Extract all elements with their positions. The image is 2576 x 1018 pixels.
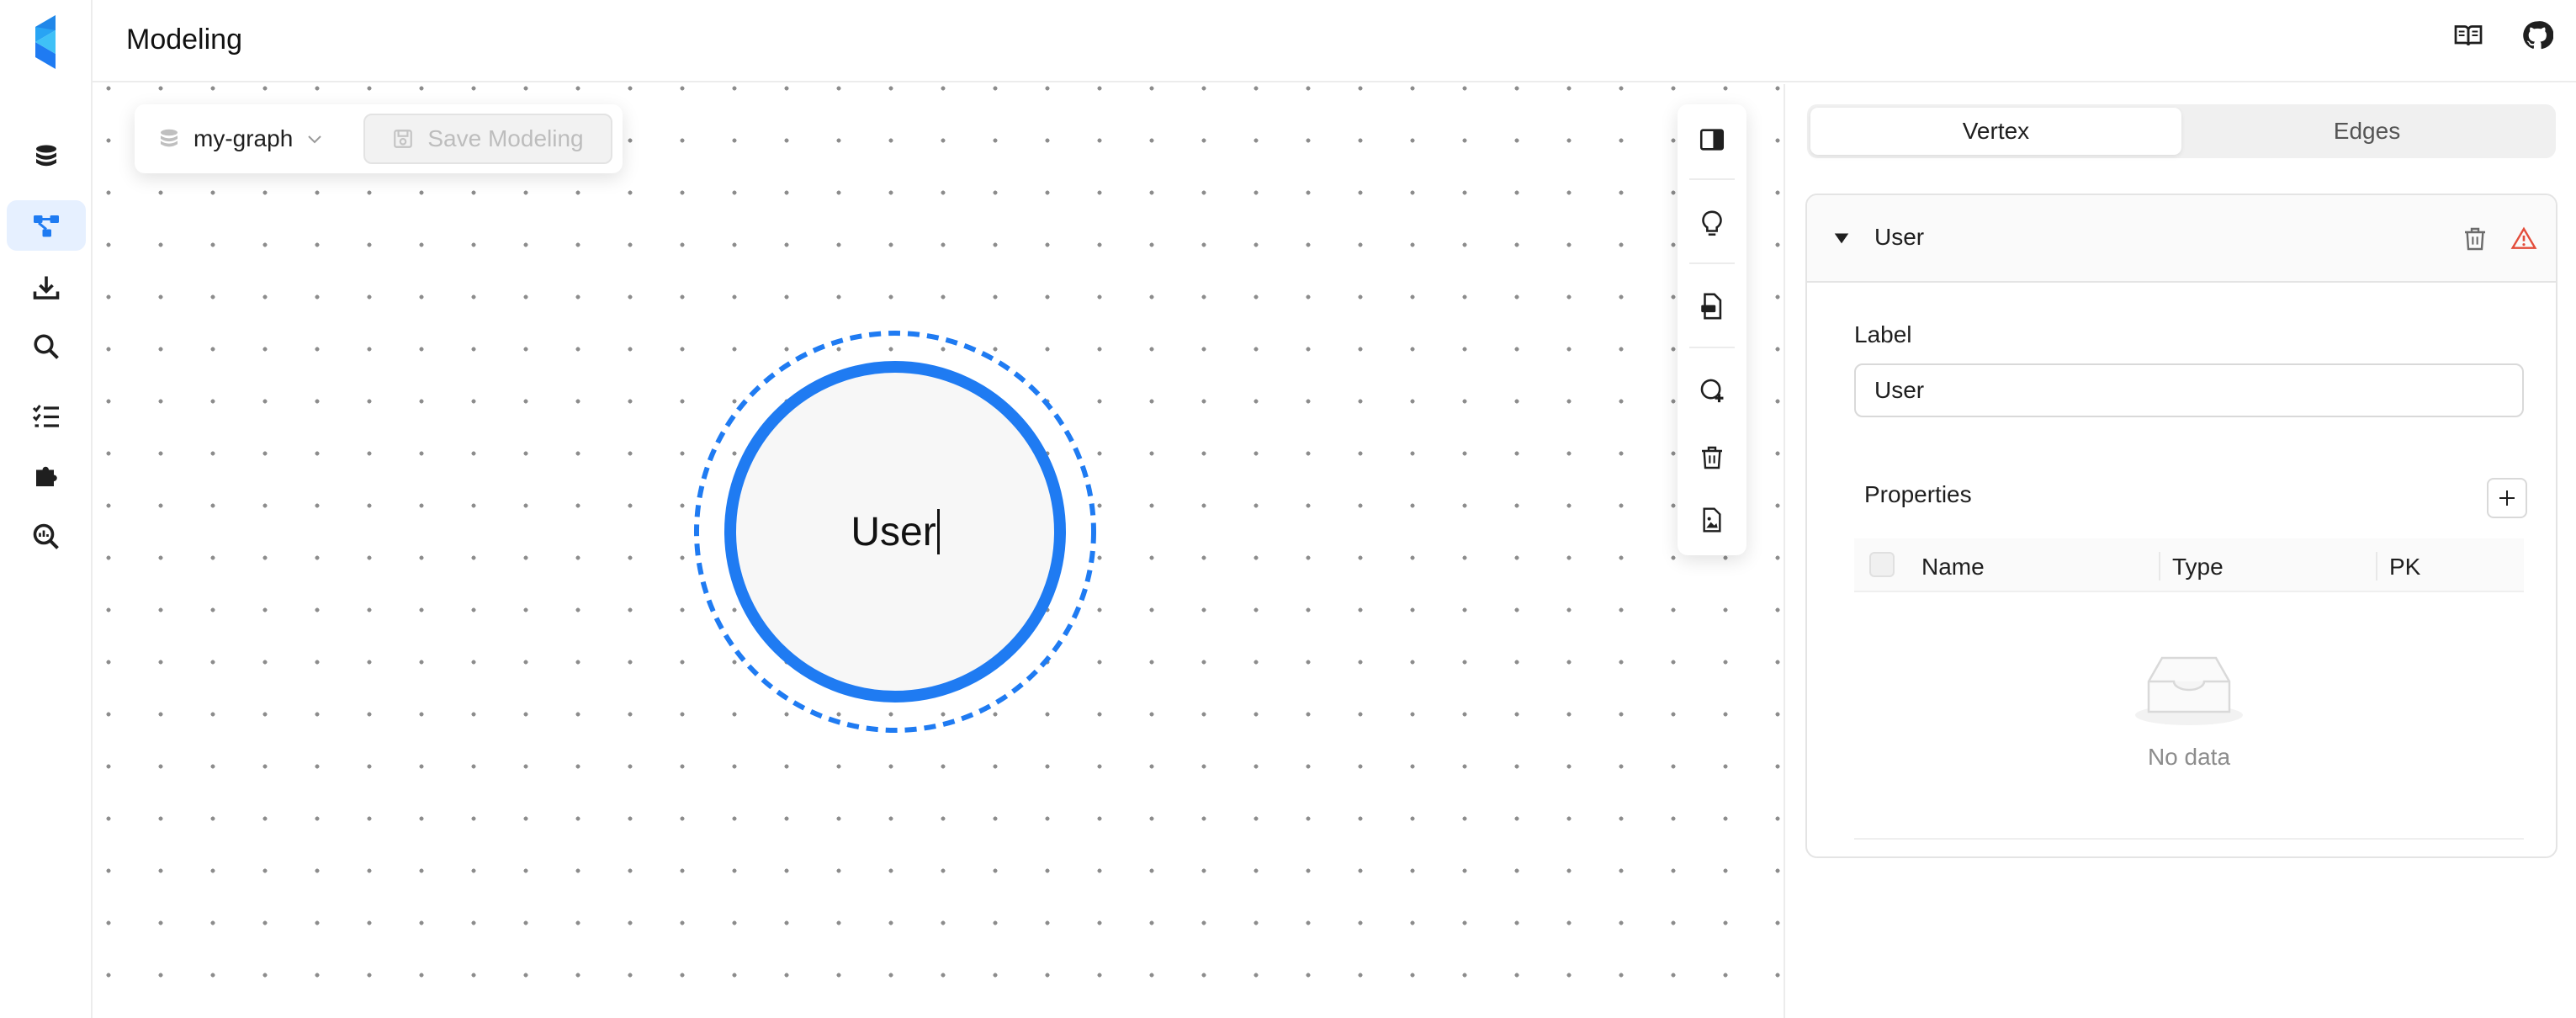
plus-icon xyxy=(2499,490,2515,506)
select-all-checkbox[interactable] xyxy=(1869,552,1895,577)
sidebar-item-query[interactable] xyxy=(7,321,86,372)
caret-down-icon xyxy=(1834,233,1849,244)
sidebar-item-modeling[interactable] xyxy=(7,200,86,251)
add-property-button[interactable] xyxy=(2487,478,2527,518)
github-button[interactable] xyxy=(2520,19,2554,52)
sidebar-item-extensions[interactable] xyxy=(7,451,86,501)
save-modeling-button[interactable]: Save Modeling xyxy=(363,114,612,164)
column-divider xyxy=(2376,552,2377,581)
empty-inbox-icon xyxy=(2135,656,2243,725)
sidebar-item-jobs[interactable] xyxy=(7,390,86,441)
top-header: Modeling xyxy=(93,0,2576,82)
label-input[interactable] xyxy=(1854,363,2524,417)
tool-divider xyxy=(1689,347,1735,348)
book-open-icon xyxy=(2454,25,2483,46)
vertex-collapse-header[interactable]: User xyxy=(1807,195,2556,283)
app-logo[interactable] xyxy=(24,10,67,74)
vertex-node-label-wrap: User xyxy=(693,330,1097,734)
tool-divider xyxy=(1689,262,1735,264)
label-field-label: Label xyxy=(1854,321,1912,347)
add-vertex-button[interactable] xyxy=(1678,358,1746,422)
tab-edges[interactable]: Edges xyxy=(2181,108,2552,155)
save-icon xyxy=(394,130,413,148)
toggle-panel-button[interactable] xyxy=(1678,108,1746,172)
page-title: Modeling xyxy=(126,24,242,56)
vertex-node-user[interactable]: User xyxy=(693,330,1097,734)
chart-search-icon xyxy=(33,523,59,549)
vertex-title: User xyxy=(1874,224,1925,250)
trash-icon xyxy=(1702,446,1722,469)
download-icon xyxy=(33,276,60,300)
sidebar-item-import[interactable] xyxy=(7,262,86,313)
text-caret xyxy=(936,509,940,554)
clear-canvas-button[interactable] xyxy=(1678,426,1746,490)
canvas-tools xyxy=(1678,104,1746,555)
vertex-collapse-card: User Label Properties xyxy=(1805,194,2557,858)
tool-divider xyxy=(1689,178,1735,180)
export-button[interactable] xyxy=(1678,274,1746,338)
trash-icon xyxy=(2465,227,2485,251)
column-divider xyxy=(2159,552,2160,581)
database-icon xyxy=(161,129,178,147)
save-modeling-label: Save Modeling xyxy=(427,125,584,151)
properties-panel: Vertex Edges User Label User Properties … xyxy=(1787,84,2576,1018)
database-icon xyxy=(36,145,56,167)
properties-title: Properties xyxy=(1864,481,1972,507)
puzzle-icon xyxy=(36,466,57,486)
panel-right-icon xyxy=(1699,129,1725,151)
sidebar-item-database[interactable] xyxy=(7,131,86,182)
graph-select[interactable]: my-graph xyxy=(156,125,362,152)
left-sidebar xyxy=(0,0,93,1018)
file-image-icon xyxy=(1703,507,1721,533)
docs-button[interactable] xyxy=(2451,19,2485,52)
search-icon xyxy=(34,334,59,359)
column-header-name: Name xyxy=(1921,554,1985,580)
export-image-button[interactable] xyxy=(1678,488,1746,552)
properties-table: Name Type PK No data xyxy=(1854,538,2524,840)
tips-button[interactable] xyxy=(1678,192,1746,256)
empty-text: No data xyxy=(2147,744,2231,770)
task-list-icon xyxy=(32,405,59,427)
vertex-edge-tabs: Vertex Edges xyxy=(1807,104,2556,158)
file-export-icon xyxy=(1701,293,1722,320)
sidebar-item-analysis[interactable] xyxy=(7,512,86,562)
graph-canvas[interactable]: my-graph Save Modeling User xyxy=(93,84,1785,1018)
column-header-type: Type xyxy=(2172,554,2224,580)
add-node-icon xyxy=(1700,379,1724,403)
vertex-warning-indicator[interactable] xyxy=(2505,220,2542,257)
delete-vertex-button[interactable] xyxy=(2457,220,2494,257)
graph-model-icon xyxy=(34,215,59,237)
column-header-pk: PK xyxy=(2389,554,2421,580)
properties-empty-state: No data xyxy=(1854,592,2524,840)
github-icon xyxy=(2523,21,2553,50)
chevron-down-icon xyxy=(308,135,321,144)
warning-icon xyxy=(2510,226,2537,249)
graph-toolbar: my-graph Save Modeling xyxy=(135,104,623,173)
lightbulb-icon xyxy=(1702,210,1722,236)
tab-vertex[interactable]: Vertex xyxy=(1810,108,2181,155)
vertex-node-label[interactable]: User xyxy=(851,509,936,555)
properties-table-header: Name Type PK xyxy=(1854,538,2524,592)
graph-select-value: my-graph xyxy=(193,125,294,151)
